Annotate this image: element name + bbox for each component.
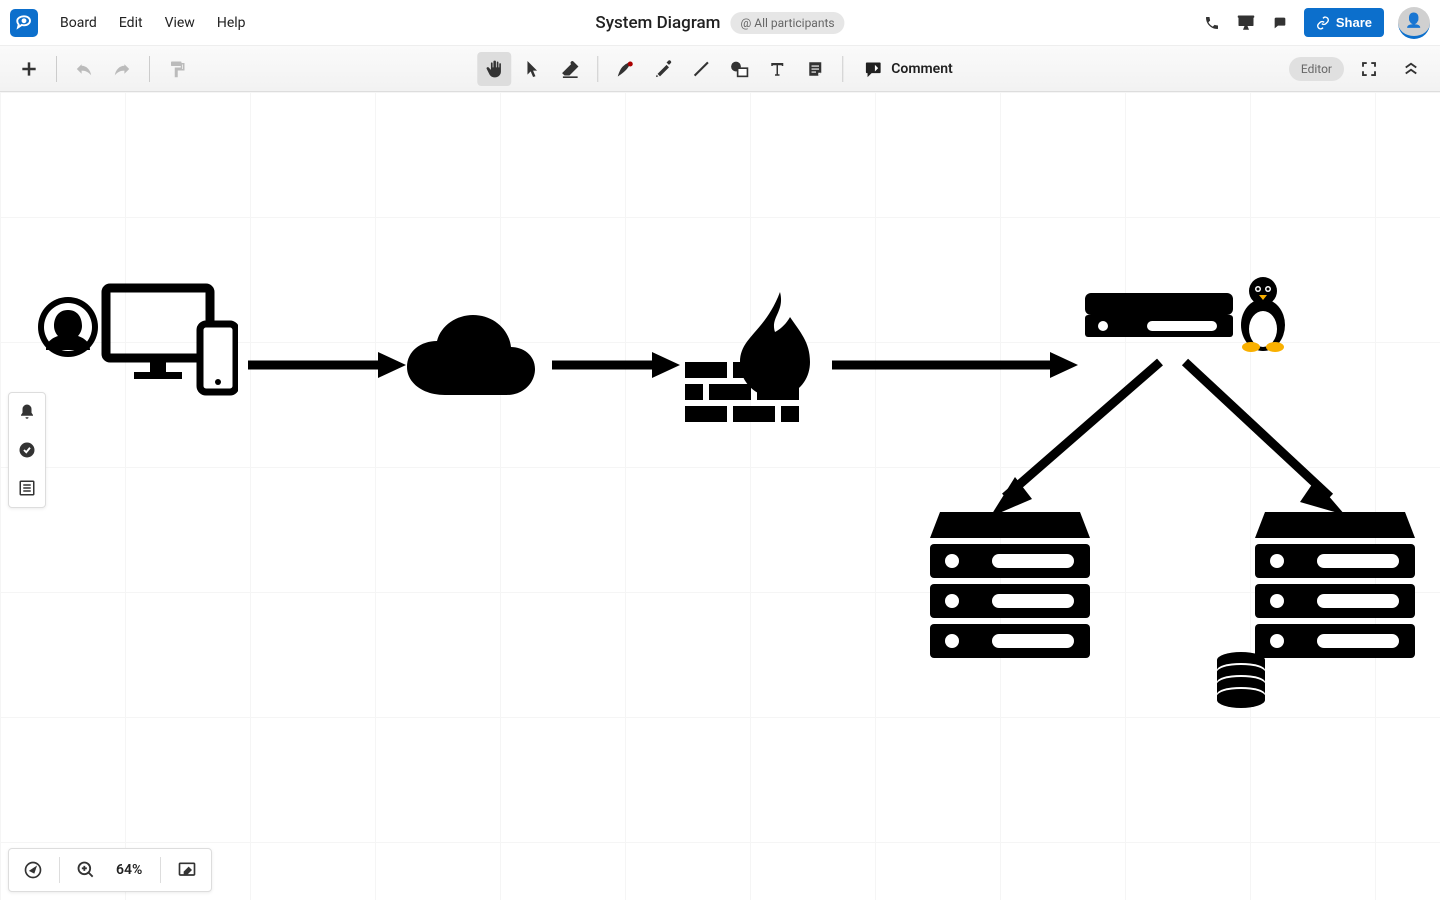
separator (56, 56, 57, 82)
title-area: System Diagram @ All participants (595, 12, 844, 34)
toolbar-right: Editor (1289, 52, 1428, 86)
list-button[interactable] (14, 475, 40, 501)
bottombar: 64% (8, 848, 212, 892)
main-menu: Board Edit View Help (50, 9, 256, 37)
arrow-devices-to-cloud[interactable] (248, 350, 408, 380)
node-user-devices[interactable] (28, 282, 238, 412)
arrow-cloud-to-firewall[interactable] (552, 350, 682, 380)
share-label: Share (1336, 15, 1372, 30)
redo-button[interactable] (105, 52, 139, 86)
chat-icon[interactable] (1270, 13, 1290, 33)
format-painter-button[interactable] (160, 52, 194, 86)
app-logo[interactable] (10, 9, 38, 37)
undo-button[interactable] (67, 52, 101, 86)
canvas[interactable] (0, 92, 1440, 900)
node-firewall[interactable] (685, 292, 835, 437)
add-button[interactable] (12, 52, 46, 86)
arrow-switch-to-server-left[interactable] (980, 352, 1180, 522)
node-server-right[interactable] (1215, 512, 1415, 712)
hand-tool[interactable] (477, 52, 511, 86)
separator (597, 56, 598, 82)
notifications-button[interactable] (14, 399, 40, 425)
participants-pill[interactable]: @ All participants (731, 12, 845, 34)
diagram (0, 92, 1440, 900)
separator (149, 56, 150, 82)
comment-label: Comment (891, 61, 952, 77)
side-panel (8, 392, 46, 508)
note-tool[interactable] (798, 52, 832, 86)
eraser-tool[interactable] (553, 52, 587, 86)
navigator-button[interactable] (17, 854, 49, 886)
editor-pill[interactable]: Editor (1289, 57, 1344, 81)
board-title[interactable]: System Diagram (595, 13, 720, 33)
toolbar-center: Comment (477, 52, 962, 86)
fullscreen-button[interactable] (1352, 52, 1386, 86)
menu-board[interactable]: Board (50, 9, 107, 37)
user-avatar[interactable]: 👤 (1398, 7, 1430, 39)
line-tool[interactable] (684, 52, 718, 86)
present-icon[interactable] (1236, 13, 1256, 33)
comment-tool[interactable]: Comment (853, 52, 962, 86)
topbar-right: Share 👤 (1202, 7, 1430, 39)
separator (59, 857, 60, 883)
toolbar: Comment Editor (0, 46, 1440, 92)
phone-icon[interactable] (1202, 13, 1222, 33)
topbar: Board Edit View Help System Diagram @ Al… (0, 0, 1440, 46)
menu-help[interactable]: Help (207, 9, 256, 37)
pointer-tool[interactable] (515, 52, 549, 86)
tasks-button[interactable] (14, 437, 40, 463)
collapse-button[interactable] (1394, 52, 1428, 86)
menu-view[interactable]: View (155, 9, 205, 37)
node-server-left[interactable] (930, 512, 1090, 672)
zoom-level[interactable]: 64% (108, 862, 150, 878)
node-cloud[interactable] (400, 310, 550, 410)
zoom-button[interactable] (70, 854, 102, 886)
shape-tool[interactable] (722, 52, 756, 86)
menu-edit[interactable]: Edit (109, 9, 153, 37)
separator (842, 56, 843, 82)
toolbar-left (12, 52, 194, 86)
separator (160, 857, 161, 883)
marker-tool[interactable] (646, 52, 680, 86)
arrow-switch-to-server-right[interactable] (1175, 352, 1355, 522)
node-switch[interactable] (1085, 275, 1295, 355)
share-button[interactable]: Share (1304, 8, 1384, 37)
pen-tool[interactable] (608, 52, 642, 86)
edit-mode-button[interactable] (171, 854, 203, 886)
text-tool[interactable] (760, 52, 794, 86)
